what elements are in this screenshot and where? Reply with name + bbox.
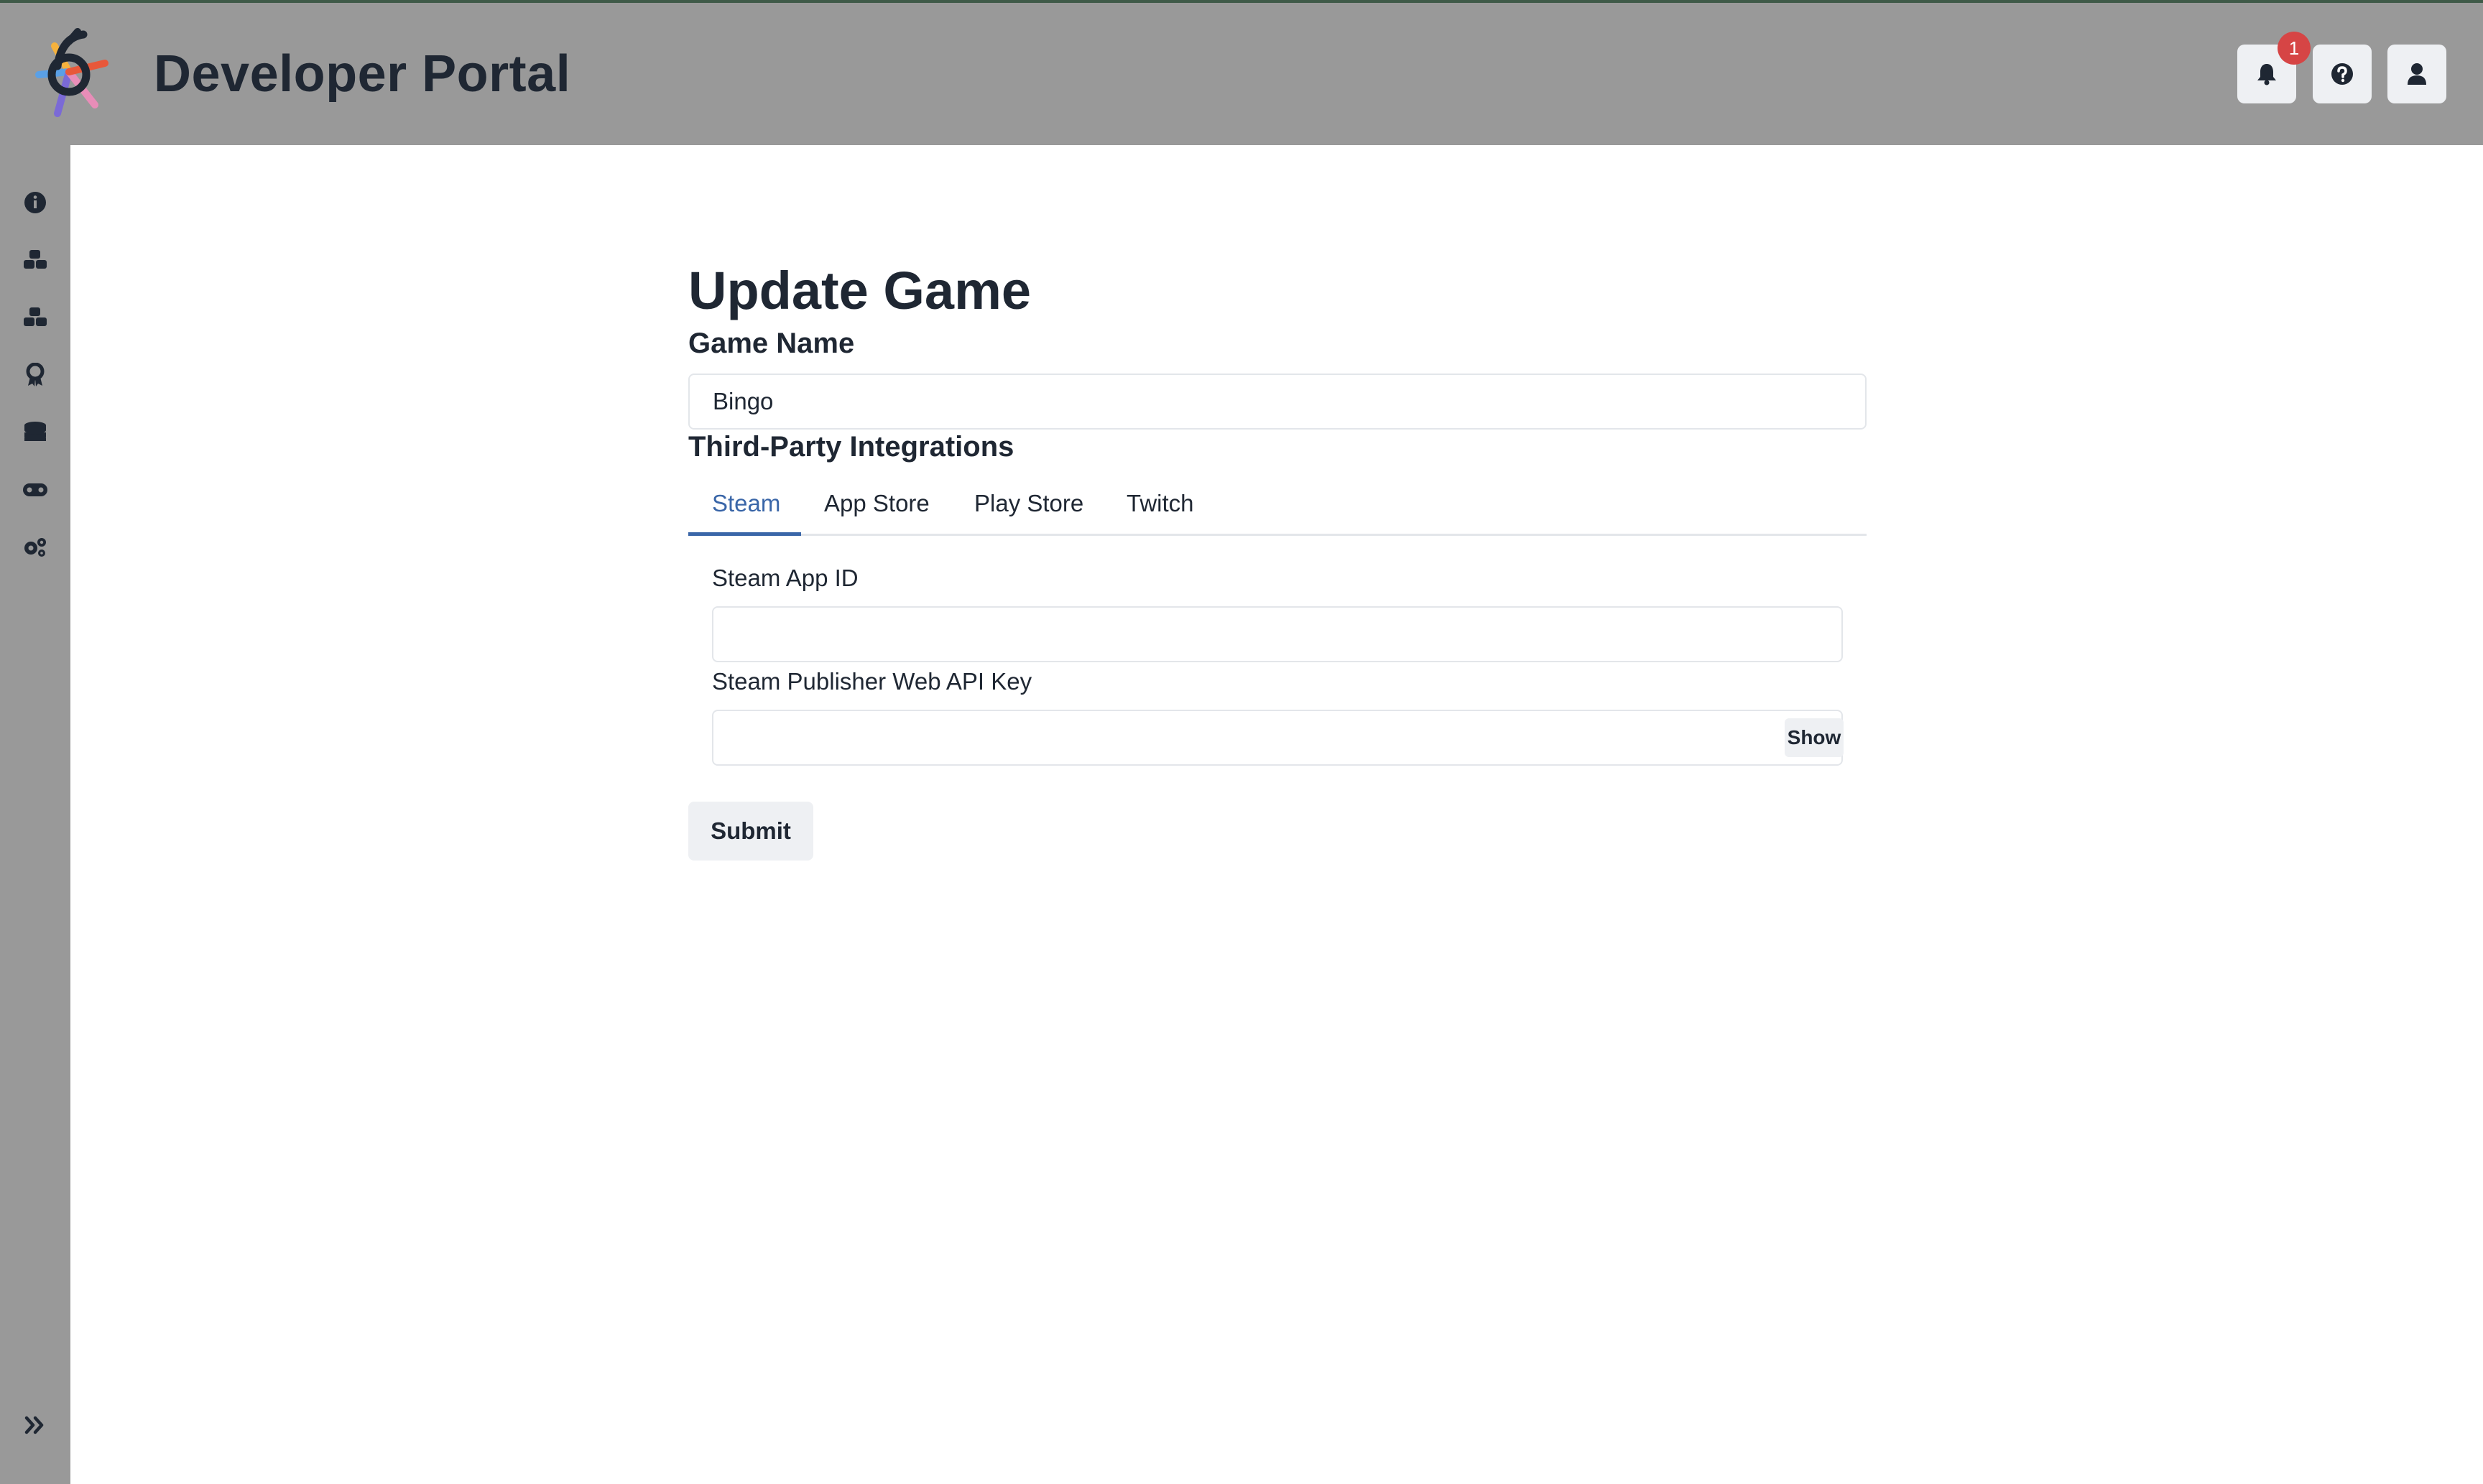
app-header: Developer Portal xyxy=(0,3,2483,145)
steam-app-id-input[interactable] xyxy=(712,606,1843,662)
tabs-divider xyxy=(688,534,1867,536)
cubes-icon xyxy=(24,250,47,269)
tab-steam[interactable]: Steam xyxy=(712,490,780,517)
active-tab-indicator xyxy=(688,532,801,536)
question-icon xyxy=(2331,63,2353,85)
tab-play-store[interactable]: Play Store xyxy=(974,490,1083,517)
sidebar-item-achievements[interactable] xyxy=(22,362,48,388)
double-chevron-right-icon xyxy=(24,1416,44,1434)
game-name-input[interactable]: Bingo xyxy=(688,374,1867,430)
cubes-alt-icon xyxy=(24,307,47,326)
sidebar-item-cubes-alt[interactable] xyxy=(22,305,48,330)
sidebar xyxy=(0,145,70,1484)
account-button[interactable] xyxy=(2387,45,2446,103)
page-title: Update Game xyxy=(688,261,1032,320)
award-icon xyxy=(26,363,45,386)
submit-button[interactable]: Submit xyxy=(688,802,813,861)
steam-api-key-label: Steam Publisher Web API Key xyxy=(712,668,1032,695)
show-key-button[interactable]: Show xyxy=(1785,718,1844,757)
tab-app-store[interactable]: App Store xyxy=(824,490,930,517)
tab-twitch[interactable]: Twitch xyxy=(1127,490,1194,517)
help-button[interactable] xyxy=(2313,45,2372,103)
app-title: Developer Portal xyxy=(154,45,571,103)
integrations-heading: Third-Party Integrations xyxy=(688,431,1014,463)
bell-icon xyxy=(2257,64,2276,85)
steam-app-id-label: Steam App ID xyxy=(712,565,859,591)
coins-icon xyxy=(24,422,46,441)
gears-icon xyxy=(24,538,46,557)
user-icon xyxy=(2408,63,2426,85)
game-name-label: Game Name xyxy=(688,328,855,359)
sidebar-item-settings[interactable] xyxy=(22,534,48,560)
sidebar-item-currency[interactable] xyxy=(22,419,48,445)
info-icon xyxy=(24,192,46,213)
sidebar-expand-button[interactable] xyxy=(22,1412,48,1438)
steam-api-key-input[interactable] xyxy=(712,710,1843,766)
sidebar-item-games[interactable] xyxy=(22,477,48,503)
notification-badge: 1 xyxy=(2278,32,2311,65)
six-star-logo xyxy=(35,28,108,117)
main-content xyxy=(70,145,2483,1484)
sidebar-item-info[interactable] xyxy=(22,190,48,215)
gamepad-icon xyxy=(23,483,47,496)
sidebar-item-cubes[interactable] xyxy=(22,247,48,273)
